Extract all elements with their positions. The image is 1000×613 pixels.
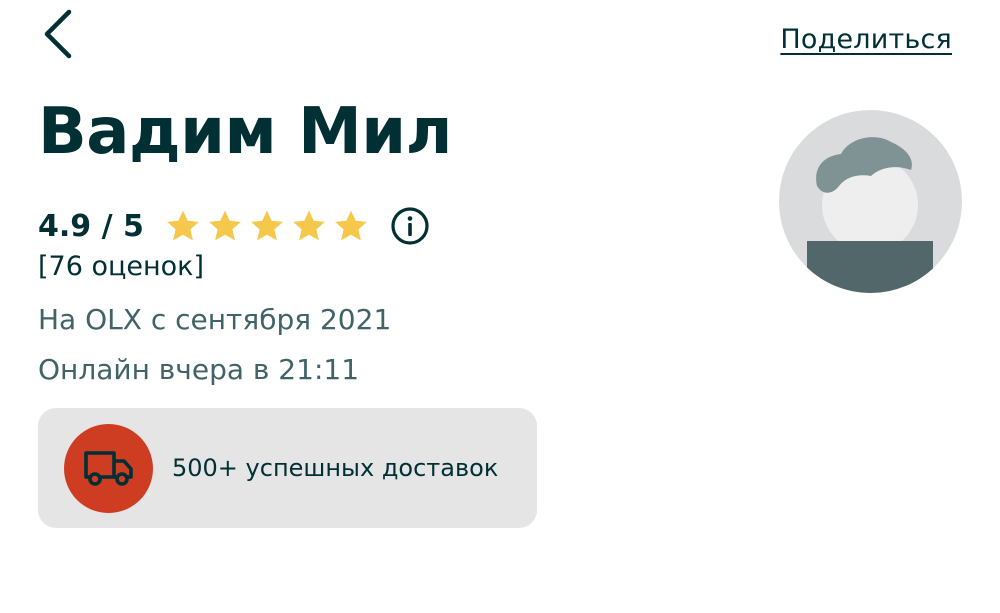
default-avatar-icon [779, 110, 962, 293]
star-icon [293, 210, 325, 241]
last-online: Онлайн вчера в 21:11 [38, 353, 360, 386]
back-button[interactable] [30, 8, 86, 64]
ratings-count: [76 оценок] [38, 251, 204, 282]
truck-icon [83, 451, 133, 486]
delivery-count-label: 500+ успешных доставок [172, 454, 499, 482]
star-icon [209, 210, 241, 241]
member-since: На OLX с сентября 2021 [38, 303, 392, 336]
delivery-badge: 500+ успешных доставок [38, 408, 537, 528]
seller-name: Вадим Мил [38, 95, 453, 169]
star-icon [251, 210, 283, 241]
rating-row: 4.9 / 5 [38, 203, 430, 249]
chevron-left-icon [41, 8, 75, 64]
star-icon [167, 210, 199, 241]
rating-stars [164, 207, 370, 245]
avatar [779, 110, 962, 293]
truck-icon-circle [64, 423, 153, 513]
info-icon [391, 207, 429, 245]
rating-info-button[interactable] [390, 206, 430, 246]
rating-score: 4.9 / 5 [38, 208, 144, 244]
star-icon [335, 210, 367, 241]
share-link[interactable]: Поделиться [780, 24, 952, 55]
